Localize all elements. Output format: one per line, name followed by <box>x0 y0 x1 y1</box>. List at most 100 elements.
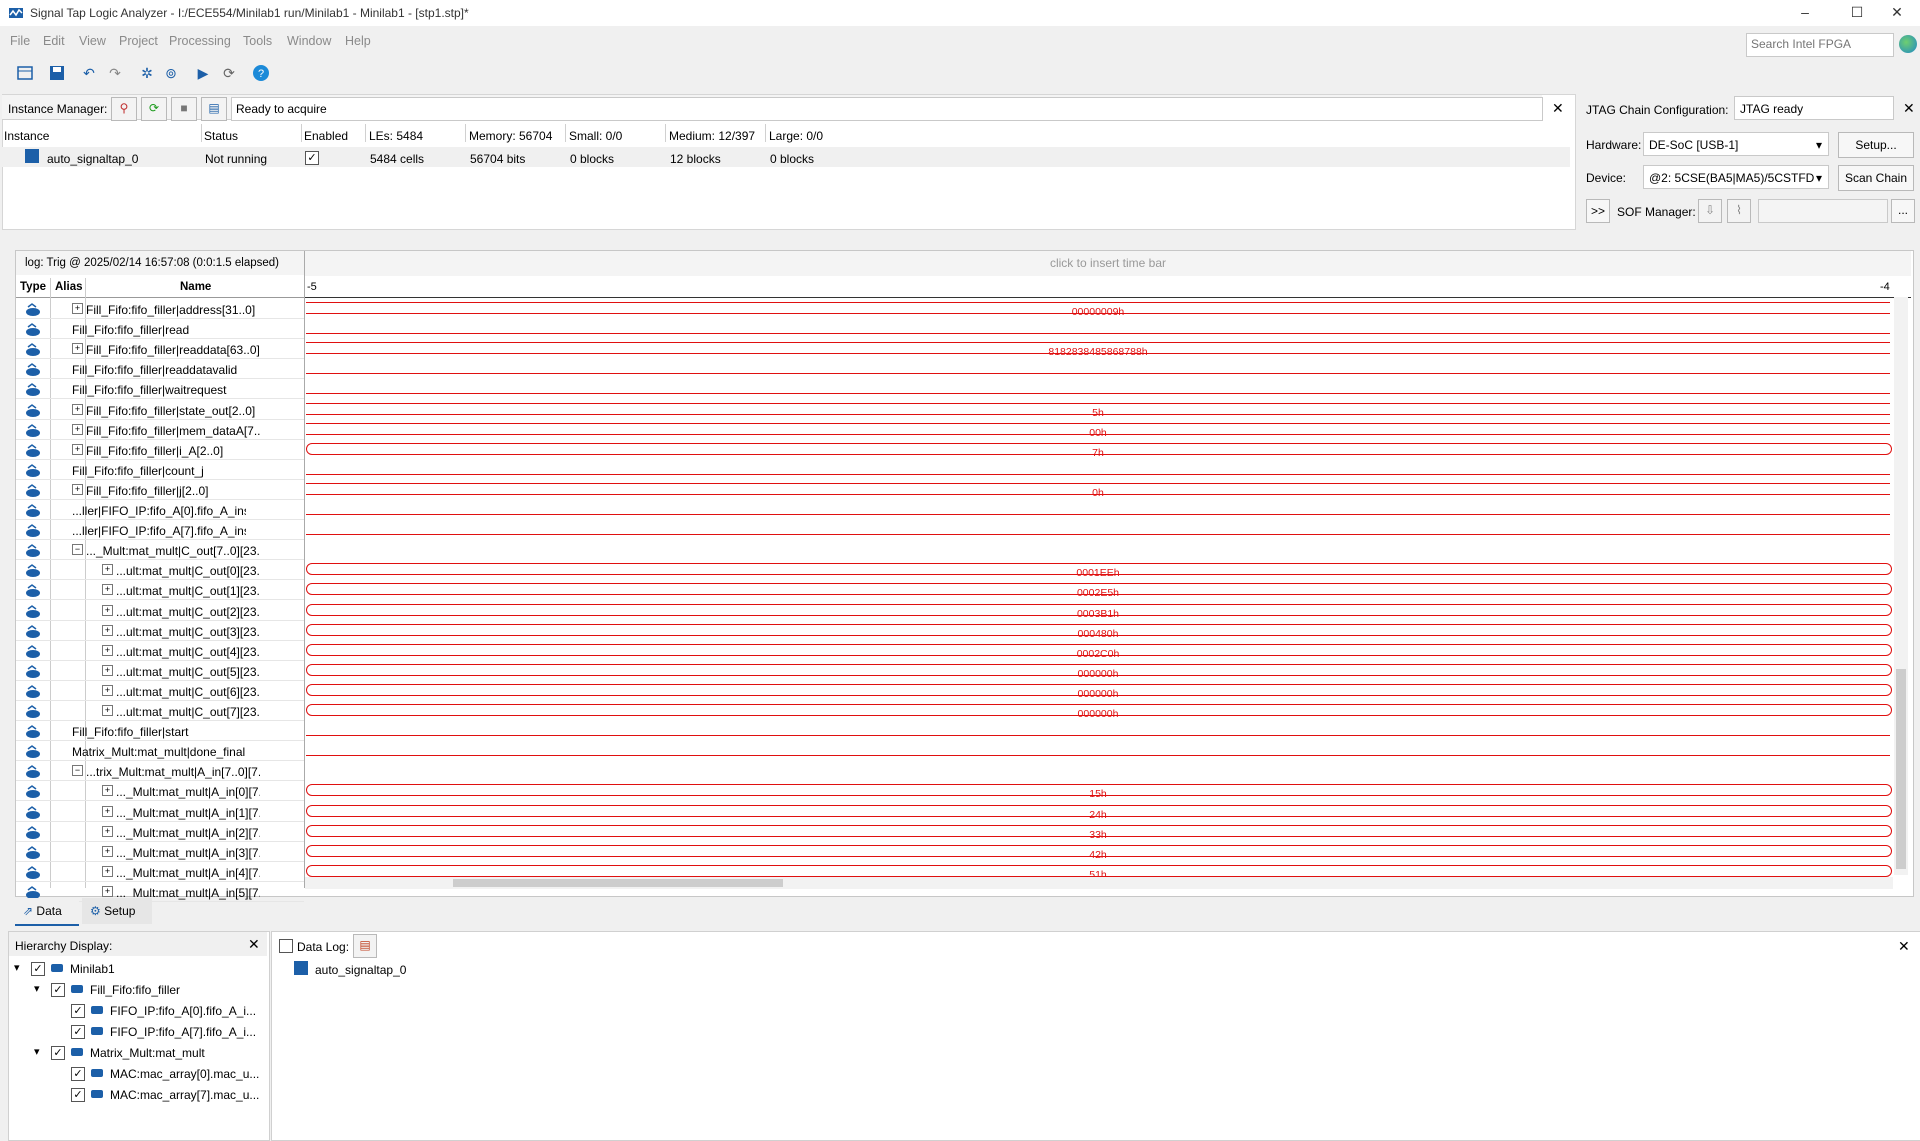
hierarchy-item[interactable]: ✓ MAC:mac_array[0].mac_u... <box>54 1065 259 1083</box>
autorun-analysis-button[interactable]: ⚲ <box>111 97 137 121</box>
stop-analysis-button[interactable]: ■ <box>171 97 197 121</box>
signal-row[interactable]: Fill_Fifo:fifo_filler|waitrequest <box>16 379 1894 399</box>
signal-row[interactable]: + ..._Mult:mat_mult|A_in[2][7..0] 33h <box>16 822 1894 842</box>
insert-time-bar[interactable]: click to insert time bar <box>305 251 1911 276</box>
autorun-icon[interactable]: ⟳ <box>220 64 238 82</box>
chevron-down-icon[interactable]: ▾ <box>14 961 20 974</box>
signal-row[interactable]: + ...ult:mat_mult|C_out[0][23..0] 0001EEh <box>16 560 1894 580</box>
undo-icon[interactable]: ↶ <box>80 64 98 82</box>
close-hierarchy-icon[interactable]: ✕ <box>248 936 260 953</box>
read-data-button[interactable]: ▤ <box>201 97 227 121</box>
sof-expand-button[interactable]: >> <box>1586 199 1610 223</box>
find-icon[interactable]: ⊚ <box>162 64 180 82</box>
hierarchy-item[interactable]: ✓ FIFO_IP:fifo_A[0].fifo_A_i... <box>54 1002 256 1020</box>
signal-row[interactable]: + ...ult:mat_mult|C_out[1][23..0] 0002E5h <box>16 580 1894 600</box>
chevron-down-icon[interactable]: ▾ <box>34 982 40 995</box>
attach-sof-button[interactable]: ⌇ <box>1727 199 1751 223</box>
signal-row[interactable]: + Fill_Fifo:fifo_filler|i_A[2..0] 7h <box>16 440 1894 460</box>
close-button[interactable]: ✕ <box>1874 0 1920 26</box>
browse-sof-button[interactable]: ... <box>1891 199 1915 223</box>
signal-row[interactable]: ...ller|FIFO_IP:fifo_A[0].fifo_A_inst|wr… <box>16 500 1894 520</box>
close-instance-manager-icon[interactable]: ✕ <box>1552 100 1564 117</box>
redo-icon[interactable]: ↷ <box>106 64 124 82</box>
expand-icon[interactable]: + <box>102 785 113 796</box>
vertical-scrollbar[interactable] <box>1894 297 1908 875</box>
signal-row[interactable]: Fill_Fifo:fifo_filler|readdatavalid <box>16 359 1894 379</box>
data-log-item[interactable]: auto_signaltap_0 <box>315 963 406 977</box>
signal-row[interactable]: Fill_Fifo:fifo_filler|start <box>16 721 1894 741</box>
run-icon[interactable]: ▶ <box>194 64 212 82</box>
signal-row[interactable]: + ...ult:mat_mult|C_out[4][23..0] 0002C0h <box>16 641 1894 661</box>
expand-icon[interactable]: + <box>102 806 113 817</box>
close-jtag-icon[interactable]: ✕ <box>1903 100 1915 117</box>
expand-icon[interactable]: + <box>102 705 113 716</box>
globe-icon[interactable] <box>1899 35 1917 53</box>
expand-icon[interactable]: + <box>72 303 83 314</box>
menu-tools[interactable]: Tools <box>243 34 272 48</box>
hierarchy-checkbox[interactable]: ✓ <box>51 983 65 997</box>
signal-row[interactable]: + ..._Mult:mat_mult|A_in[1][7..0] 24h <box>16 802 1894 822</box>
data-log-button[interactable]: ▤ <box>353 934 377 958</box>
menu-project[interactable]: Project <box>119 34 158 48</box>
hierarchy-item[interactable]: ✓ MAC:mac_array[7].mac_u... <box>54 1086 259 1104</box>
expand-icon[interactable]: + <box>102 685 113 696</box>
signal-row[interactable]: + ...ult:mat_mult|C_out[6][23..0] 000000h <box>16 681 1894 701</box>
signal-row[interactable]: + ...ult:mat_mult|C_out[7][23..0] 000000h <box>16 701 1894 721</box>
signal-row[interactable]: + ..._Mult:mat_mult|A_in[0][7..0] 15h <box>16 781 1894 801</box>
search-input[interactable] <box>1747 34 1895 54</box>
instance-enabled-checkbox[interactable]: ✓ <box>305 151 319 165</box>
menu-view[interactable]: View <box>79 34 106 48</box>
instance-view-icon[interactable] <box>16 64 34 82</box>
hierarchy-checkbox[interactable]: ✓ <box>31 962 45 976</box>
hierarchy-checkbox[interactable]: ✓ <box>71 1088 85 1102</box>
tab-setup[interactable]: ⚙ Setup <box>82 898 152 924</box>
signal-row[interactable]: − ..._Mult:mat_mult|C_out[7..0][23..0] <box>16 540 1894 560</box>
setup-button[interactable]: Setup... <box>1838 132 1914 158</box>
signal-row[interactable]: + Fill_Fifo:fifo_filler|mem_dataA[7..0] 00… <box>16 420 1894 440</box>
menu-file[interactable]: File <box>10 34 30 48</box>
device-select[interactable]: @2: 5CSE(BA5|MA5)/5CSTFD ▾ <box>1643 165 1829 189</box>
save-icon[interactable] <box>48 64 66 82</box>
hierarchy-checkbox[interactable]: ✓ <box>71 1004 85 1018</box>
menu-processing[interactable]: Processing <box>169 34 231 48</box>
signal-row[interactable]: + Fill_Fifo:fifo_filler|readdata[63..0] 81… <box>16 339 1894 359</box>
expand-icon[interactable]: + <box>72 424 83 435</box>
vertical-scroll-thumb[interactable] <box>1896 669 1906 869</box>
hierarchy-checkbox[interactable]: ✓ <box>51 1046 65 1060</box>
hardware-select[interactable]: DE-SoC [USB-1] ▾ <box>1643 132 1829 156</box>
signal-row[interactable]: Fill_Fifo:fifo_filler|count_j <box>16 460 1894 480</box>
signal-row[interactable]: + ...ult:mat_mult|C_out[5][23..0] 000000h <box>16 661 1894 681</box>
hierarchy-item[interactable]: ▾ ✓ Fill_Fifo:fifo_filler <box>34 981 250 999</box>
minimize-button[interactable]: – <box>1782 0 1828 26</box>
horizontal-scroll-thumb[interactable] <box>453 879 783 887</box>
collapse-icon[interactable]: − <box>72 765 83 776</box>
hierarchy-item[interactable]: ✓ FIFO_IP:fifo_A[7].fifo_A_i... <box>54 1023 256 1041</box>
expand-icon[interactable]: + <box>102 665 113 676</box>
compile-icon[interactable]: ✲ <box>138 64 156 82</box>
signal-row[interactable]: Matrix_Mult:mat_mult|done_final <box>16 741 1894 761</box>
sof-file-field[interactable] <box>1758 199 1888 223</box>
signal-row[interactable]: ...ller|FIFO_IP:fifo_A[7].fifo_A_inst|wr… <box>16 520 1894 540</box>
hierarchy-item[interactable]: ▾ ✓ Matrix_Mult:mat_mult <box>34 1044 250 1062</box>
expand-icon[interactable]: + <box>102 584 113 595</box>
hierarchy-item[interactable]: ▾ ✓ Minilab1 <box>14 960 250 978</box>
expand-icon[interactable]: + <box>72 484 83 495</box>
data-log-checkbox[interactable] <box>279 939 293 953</box>
horizontal-scrollbar[interactable] <box>305 877 1893 889</box>
menu-window[interactable]: Window <box>287 34 331 48</box>
expand-icon[interactable]: + <box>72 343 83 354</box>
signal-row[interactable]: + ...ult:mat_mult|C_out[3][23..0] 000480h <box>16 621 1894 641</box>
signal-row[interactable]: + Fill_Fifo:fifo_filler|state_out[2..0] 5h <box>16 400 1894 420</box>
menu-edit[interactable]: Edit <box>43 34 65 48</box>
signal-row[interactable]: + ...ult:mat_mult|C_out[2][23..0] 0003B1h <box>16 601 1894 621</box>
menu-help[interactable]: Help <box>345 34 371 48</box>
chevron-down-icon[interactable]: ▾ <box>34 1045 40 1058</box>
signal-row[interactable]: + Fill_Fifo:fifo_filler|j[2..0] 0h <box>16 480 1894 500</box>
expand-icon[interactable]: + <box>102 846 113 857</box>
expand-icon[interactable]: + <box>102 625 113 636</box>
run-analysis-button[interactable]: ⟳ <box>141 97 167 121</box>
collapse-icon[interactable]: − <box>72 544 83 555</box>
close-data-log-icon[interactable]: ✕ <box>1898 938 1910 955</box>
scan-chain-button[interactable]: Scan Chain <box>1838 165 1914 191</box>
expand-icon[interactable]: + <box>102 605 113 616</box>
